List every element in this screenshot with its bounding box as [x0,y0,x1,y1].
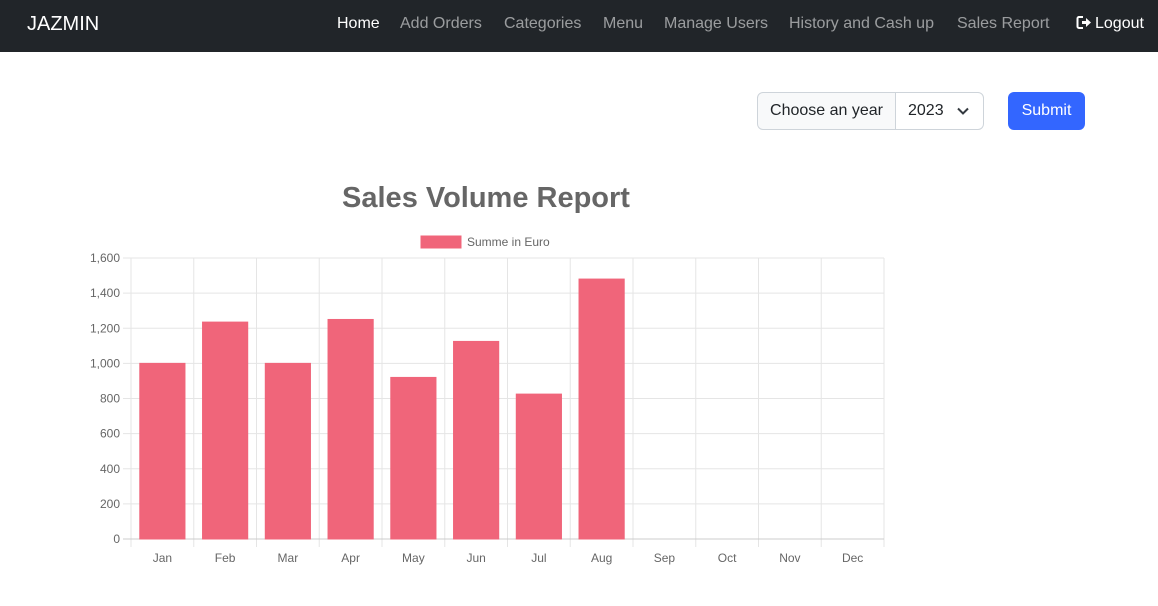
brand-logo[interactable]: JAZMIN [27,13,99,36]
logout-link[interactable]: Logout [1076,15,1144,33]
x-tick-label: Apr [341,551,360,565]
bar-mar [264,362,311,540]
x-tick-label: Dec [842,551,863,565]
x-tick-label: Jan [153,551,172,565]
sales-chart: Sales Volume Report Summe in Euro 0 200 40… [90,182,885,565]
chevron-down-icon [957,107,969,115]
y-tick-label: 1,600 [90,251,120,265]
submit-button[interactable]: Submit [1008,92,1085,130]
bar-apr [327,318,374,540]
x-tick-label: Oct [718,551,737,565]
x-tick-label: May [402,551,425,565]
top-navbar: JAZMIN Home Add Orders Categories Menu M… [0,0,1158,52]
x-tick-label: Mar [278,551,299,565]
nav-history-cash-up[interactable]: History and Cash up [789,15,934,33]
x-tick-label: Jul [531,551,546,565]
bar-jun [453,340,500,540]
year-select-value: 2023 [908,102,944,119]
y-tick-label: 800 [100,392,120,406]
y-tick-label: 1,000 [90,356,120,370]
nav-menu[interactable]: Menu [603,15,643,33]
y-tick-label: 1,400 [90,286,120,300]
bar-jan [139,362,186,540]
y-tick-label: 0 [113,532,120,546]
logout-icon [1076,16,1091,29]
year-select[interactable]: 2023 [895,92,984,130]
legend-label: Summe in Euro [467,235,550,249]
chart-title: Sales Volume Report [342,182,630,214]
x-tick-label: Sep [654,551,676,565]
x-tick-label: Aug [591,551,612,565]
nav-home[interactable]: Home [337,15,380,33]
x-tick-label: Nov [779,551,800,565]
bar-feb [202,321,249,540]
bar-aug [578,278,625,540]
y-tick-label: 200 [100,497,120,511]
bar-may [390,376,437,540]
legend-swatch [420,235,462,249]
y-tick-label: 600 [100,427,120,441]
logout-label: Logout [1095,15,1144,32]
nav-sales-report[interactable]: Sales Report [957,15,1050,33]
nav-manage-users[interactable]: Manage Users [664,15,768,33]
nav-add-orders[interactable]: Add Orders [400,15,482,33]
y-tick-label: 400 [100,462,120,476]
x-tick-label: Feb [215,551,236,565]
year-label: Choose an year [757,92,896,130]
nav-categories[interactable]: Categories [504,15,581,33]
bar-jul [515,393,562,540]
y-tick-label: 1,200 [90,321,120,335]
x-tick-label: Jun [466,551,485,565]
